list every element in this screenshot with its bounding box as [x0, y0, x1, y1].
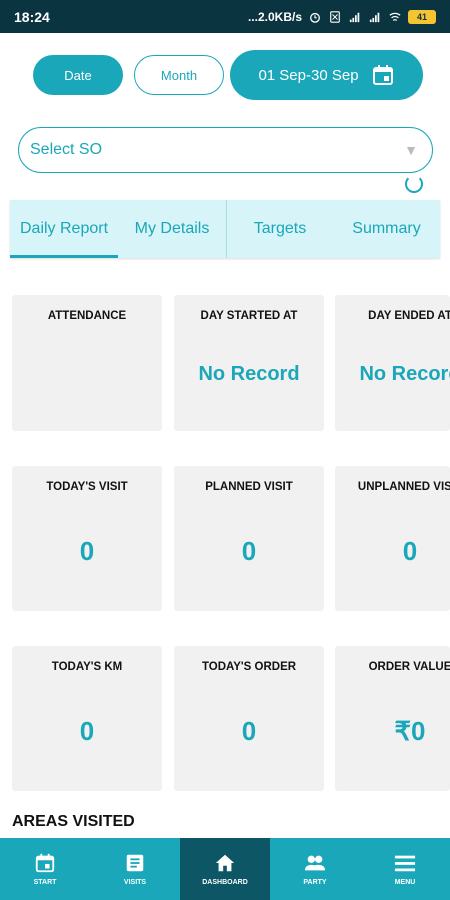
card-value: 0: [241, 716, 257, 746]
card-label: TODAY'S KM: [51, 661, 123, 673]
card-value: No Record: [198, 363, 300, 385]
card-label: UNPLANNED VISIT: [357, 481, 450, 493]
unplanned-visit-card: UNPLANNED VISIT 0: [335, 466, 450, 611]
card-label: ORDER VALUE: [368, 661, 450, 673]
nav-label: PARTY: [303, 879, 327, 886]
card-value: 0: [79, 716, 95, 746]
card-label: ATTENDANCE: [47, 310, 127, 322]
loading-spinner-icon: [405, 175, 423, 193]
date-filter-button[interactable]: Date: [33, 55, 123, 95]
card-value: 0: [79, 536, 95, 566]
nav-label: VISITS: [123, 879, 147, 886]
month-filter-button[interactable]: Month: [134, 55, 224, 95]
nav-menu[interactable]: MENU: [360, 838, 450, 900]
nav-label: DASHBOARD: [202, 879, 248, 886]
date-range-label: 01 Sep-30 Sep: [258, 66, 359, 84]
select-so-dropdown[interactable]: Select SO ▼: [18, 127, 433, 173]
tab-daily-report[interactable]: Daily Report: [10, 200, 118, 258]
date-range-button[interactable]: 01 Sep-30 Sep: [230, 50, 423, 100]
menu-icon: [394, 855, 416, 872]
todays-km-card: TODAY'S KM 0: [12, 646, 162, 791]
card-label: TODAY'S VISIT: [46, 481, 128, 493]
status-time: 18:24: [14, 8, 50, 25]
battery-icon: 41: [408, 9, 436, 24]
calendar-icon: [372, 65, 393, 85]
todays-order-card: TODAY'S ORDER 0: [174, 646, 324, 791]
nav-visits[interactable]: VISITS: [90, 838, 180, 900]
document-icon: [126, 854, 144, 872]
nav-label: MENU: [394, 879, 416, 886]
card-value: No Record: [359, 363, 450, 385]
nav-party[interactable]: PARTY: [270, 838, 360, 900]
card-label: DAY STARTED AT: [200, 310, 298, 322]
nav-dashboard[interactable]: DASHBOARD: [180, 838, 270, 900]
status-bar: 18:24 ...2.0KB/s 41: [0, 0, 450, 33]
home-icon: [215, 854, 235, 872]
sim-off-icon: [330, 10, 340, 23]
dropdown-arrow-icon: ▼: [404, 142, 418, 158]
calendar-icon: [35, 853, 55, 873]
nav-start[interactable]: START: [0, 838, 90, 900]
status-icons: ...2.0KB/s 41: [247, 9, 436, 24]
day-ended-card: DAY ENDED AT No Record: [335, 295, 450, 431]
tab-targets[interactable]: Targets: [226, 200, 333, 258]
order-value-card: ORDER VALUE ₹0: [335, 646, 450, 791]
wifi-icon: [389, 12, 401, 21]
signal-icon-2: [369, 12, 380, 22]
nav-label: START: [33, 879, 57, 886]
card-label: TODAY'S ORDER: [201, 661, 297, 673]
card-label: PLANNED VISIT: [205, 481, 293, 493]
areas-visited-heading: AREAS VISITED: [12, 813, 135, 830]
tab-my-details[interactable]: My Details: [118, 200, 226, 258]
todays-visit-card: TODAY'S VISIT 0: [12, 466, 162, 611]
attendance-card: ATTENDANCE: [12, 295, 162, 431]
card-value: 0: [241, 536, 257, 566]
card-value: ₹0: [394, 716, 426, 746]
signal-icon-1: [349, 12, 360, 22]
network-speed: ...2.0KB/s: [247, 9, 302, 24]
alarm-icon: [310, 12, 320, 23]
card-label: DAY ENDED AT: [368, 310, 450, 322]
tab-summary[interactable]: Summary: [333, 200, 440, 258]
report-tabs: Daily Report My Details Targets Summary: [10, 200, 440, 258]
day-started-card: DAY STARTED AT No Record: [174, 295, 324, 431]
planned-visit-card: PLANNED VISIT 0: [174, 466, 324, 611]
card-value: 0: [402, 536, 418, 566]
bottom-navigation: START VISITS DASHBOARD PARTY MENU: [0, 838, 450, 900]
select-so-placeholder: Select SO: [30, 141, 103, 158]
people-icon: [304, 855, 326, 871]
